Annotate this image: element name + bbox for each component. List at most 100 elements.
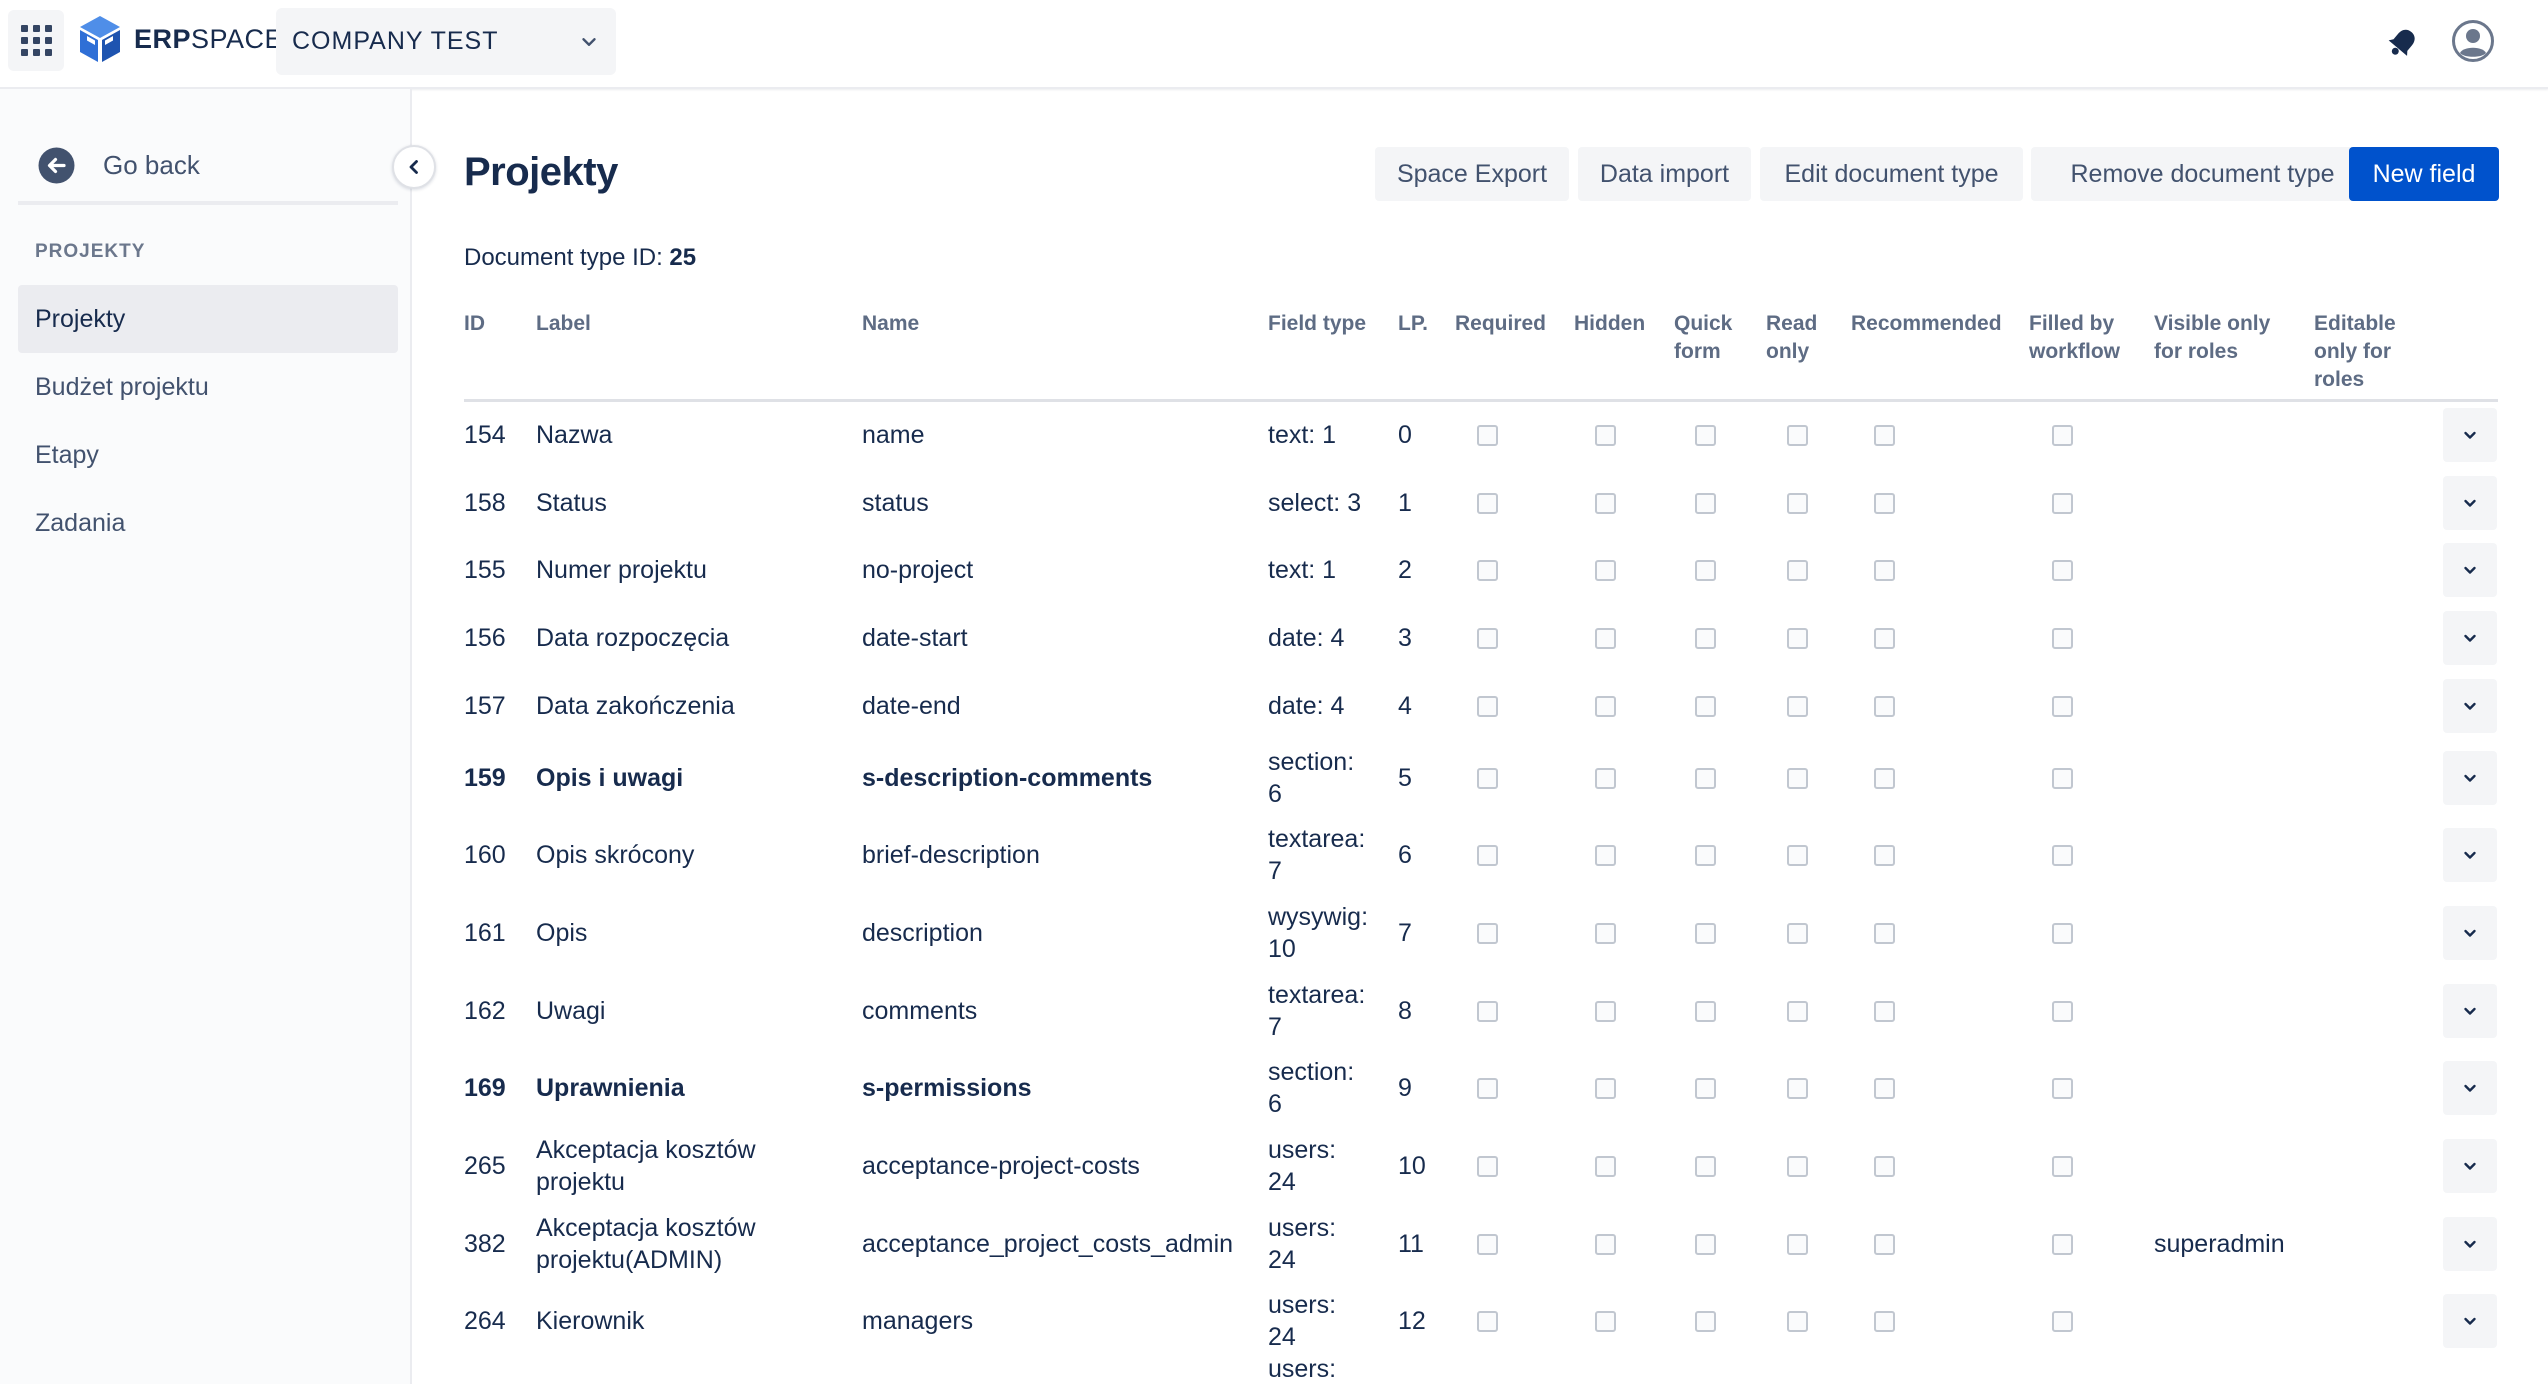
filled-by-workflow-checkbox[interactable] [2052, 493, 2073, 514]
required-checkbox[interactable] [1477, 1311, 1498, 1332]
required-checkbox[interactable] [1477, 845, 1498, 866]
read-only-checkbox[interactable] [1787, 845, 1808, 866]
required-checkbox[interactable] [1477, 628, 1498, 649]
read-only-checkbox[interactable] [1787, 1311, 1808, 1332]
required-checkbox[interactable] [1477, 1001, 1498, 1022]
edit-document-type-button[interactable]: Edit document type [1760, 147, 2023, 201]
row-expand-button[interactable] [2443, 611, 2497, 665]
quick-form-checkbox[interactable] [1695, 696, 1716, 717]
sidebar-item-etapy[interactable]: Etapy [18, 421, 398, 489]
hidden-checkbox[interactable] [1595, 923, 1616, 944]
row-expand-button[interactable] [2443, 1061, 2497, 1115]
go-back-link[interactable]: Go back [18, 129, 398, 205]
required-checkbox[interactable] [1477, 1078, 1498, 1099]
sidebar-item-budzet-projektu[interactable]: Budżet projektu [18, 353, 398, 421]
required-checkbox[interactable] [1477, 1234, 1498, 1255]
row-expand-button[interactable] [2443, 751, 2497, 805]
quick-form-checkbox[interactable] [1695, 1001, 1716, 1022]
collapse-sidebar-button[interactable] [392, 145, 436, 189]
required-checkbox[interactable] [1477, 1156, 1498, 1177]
filled-by-workflow-checkbox[interactable] [2052, 1311, 2073, 1332]
row-expand-button[interactable] [2443, 679, 2497, 733]
recommended-checkbox[interactable] [1874, 845, 1895, 866]
recommended-checkbox[interactable] [1874, 768, 1895, 789]
row-expand-button[interactable] [2443, 1139, 2497, 1193]
recommended-checkbox[interactable] [1874, 1156, 1895, 1177]
erpspace-logo[interactable]: ERPSPACE [78, 14, 283, 64]
required-checkbox[interactable] [1477, 923, 1498, 944]
filled-by-workflow-checkbox[interactable] [2052, 1156, 2073, 1177]
quick-form-checkbox[interactable] [1695, 1156, 1716, 1177]
quick-form-checkbox[interactable] [1695, 845, 1716, 866]
company-selector[interactable]: COMPANY TEST [276, 8, 616, 75]
sidebar-item-zadania[interactable]: Zadania [18, 489, 398, 557]
recommended-checkbox[interactable] [1874, 1001, 1895, 1022]
required-checkbox[interactable] [1477, 768, 1498, 789]
hidden-checkbox[interactable] [1595, 1001, 1616, 1022]
filled-by-workflow-checkbox[interactable] [2052, 1078, 2073, 1099]
required-checkbox[interactable] [1477, 493, 1498, 514]
quick-form-checkbox[interactable] [1695, 493, 1716, 514]
filled-by-workflow-checkbox[interactable] [2052, 425, 2073, 446]
filled-by-workflow-checkbox[interactable] [2052, 845, 2073, 866]
filled-by-workflow-checkbox[interactable] [2052, 923, 2073, 944]
quick-form-checkbox[interactable] [1695, 1078, 1716, 1099]
hidden-checkbox[interactable] [1595, 1156, 1616, 1177]
recommended-checkbox[interactable] [1874, 1311, 1895, 1332]
recommended-checkbox[interactable] [1874, 493, 1895, 514]
data-import-button[interactable]: Data import [1578, 147, 1751, 201]
new-field-button[interactable]: New field [2349, 147, 2499, 201]
hidden-checkbox[interactable] [1595, 1078, 1616, 1099]
app-switcher-button[interactable] [8, 10, 64, 71]
read-only-checkbox[interactable] [1787, 1234, 1808, 1255]
read-only-checkbox[interactable] [1787, 696, 1808, 717]
filled-by-workflow-checkbox[interactable] [2052, 1001, 2073, 1022]
read-only-checkbox[interactable] [1787, 628, 1808, 649]
quick-form-checkbox[interactable] [1695, 923, 1716, 944]
recommended-checkbox[interactable] [1874, 1078, 1895, 1099]
row-expand-button[interactable] [2443, 476, 2497, 530]
read-only-checkbox[interactable] [1787, 1001, 1808, 1022]
filled-by-workflow-checkbox[interactable] [2052, 768, 2073, 789]
quick-form-checkbox[interactable] [1695, 628, 1716, 649]
row-expand-button[interactable] [2443, 1294, 2497, 1348]
sidebar-item-projekty[interactable]: Projekty [18, 285, 398, 353]
remove-document-type-button[interactable]: Remove document type [2031, 147, 2374, 201]
read-only-checkbox[interactable] [1787, 1156, 1808, 1177]
hidden-checkbox[interactable] [1595, 1311, 1616, 1332]
hidden-checkbox[interactable] [1595, 768, 1616, 789]
quick-form-checkbox[interactable] [1695, 425, 1716, 446]
row-expand-button[interactable] [2443, 408, 2497, 462]
read-only-checkbox[interactable] [1787, 1078, 1808, 1099]
recommended-checkbox[interactable] [1874, 1234, 1895, 1255]
recommended-checkbox[interactable] [1874, 628, 1895, 649]
row-expand-button[interactable] [2443, 828, 2497, 882]
recommended-checkbox[interactable] [1874, 425, 1895, 446]
recommended-checkbox[interactable] [1874, 696, 1895, 717]
notifications-bell-icon[interactable] [2383, 22, 2423, 62]
recommended-checkbox[interactable] [1874, 923, 1895, 944]
read-only-checkbox[interactable] [1787, 560, 1808, 581]
read-only-checkbox[interactable] [1787, 768, 1808, 789]
filled-by-workflow-checkbox[interactable] [2052, 696, 2073, 717]
quick-form-checkbox[interactable] [1695, 1234, 1716, 1255]
read-only-checkbox[interactable] [1787, 923, 1808, 944]
quick-form-checkbox[interactable] [1695, 1311, 1716, 1332]
required-checkbox[interactable] [1477, 425, 1498, 446]
row-expand-button[interactable] [2443, 543, 2497, 597]
filled-by-workflow-checkbox[interactable] [2052, 560, 2073, 581]
hidden-checkbox[interactable] [1595, 696, 1616, 717]
hidden-checkbox[interactable] [1595, 560, 1616, 581]
hidden-checkbox[interactable] [1595, 425, 1616, 446]
hidden-checkbox[interactable] [1595, 845, 1616, 866]
row-expand-button[interactable] [2443, 906, 2497, 960]
space-export-button[interactable]: Space Export [1375, 147, 1569, 201]
required-checkbox[interactable] [1477, 696, 1498, 717]
row-expand-button[interactable] [2443, 984, 2497, 1038]
filled-by-workflow-checkbox[interactable] [2052, 628, 2073, 649]
filled-by-workflow-checkbox[interactable] [2052, 1234, 2073, 1255]
required-checkbox[interactable] [1477, 560, 1498, 581]
hidden-checkbox[interactable] [1595, 493, 1616, 514]
read-only-checkbox[interactable] [1787, 425, 1808, 446]
hidden-checkbox[interactable] [1595, 628, 1616, 649]
